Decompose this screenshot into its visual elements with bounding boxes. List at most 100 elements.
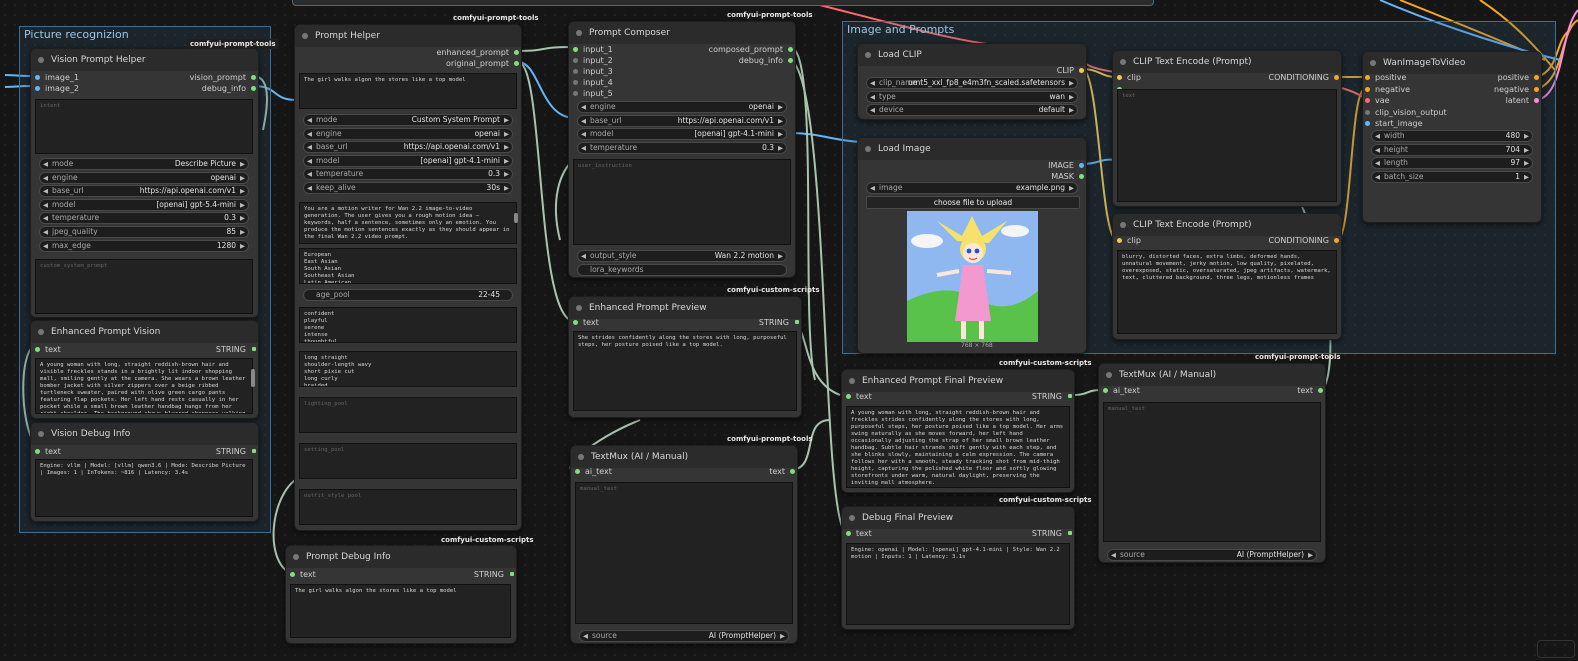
textmux-node[interactable]: TextMux (AI / Manual) ai_text text manua… (1098, 363, 1326, 563)
collapse-dot-icon[interactable] (38, 57, 44, 63)
custom-system-prompt-textarea[interactable]: custom_system_prompt (35, 259, 253, 314)
arrow-left-icon[interactable]: ◀ (581, 129, 586, 139)
arrow-left-icon[interactable]: ◀ (870, 78, 875, 88)
node-title[interactable]: Debug Final Preview (842, 507, 1074, 529)
widget-engine[interactable]: ◀ engine openai ▶ (577, 101, 787, 113)
node-title[interactable]: Vision Prompt Helper (31, 49, 258, 71)
output-debug-info[interactable]: debug_info (739, 56, 794, 65)
widget-length[interactable]: ◀ length 97 ▶ (1371, 157, 1533, 170)
text-display[interactable]: A young woman with long, straight reddis… (35, 358, 253, 414)
arrow-left-icon[interactable]: ◀ (1111, 550, 1116, 560)
load-image-node[interactable]: Load Image IMAGE MASK ◀ image example.pn… (857, 137, 1087, 354)
widget-mode[interactable]: ◀ mode Custom System Prompt ▶ (303, 114, 513, 126)
arrow-right-icon[interactable]: ▶ (1069, 183, 1074, 193)
widget-temperature[interactable]: ◀ temperature 0.3 ▶ (577, 141, 787, 154)
collapse-dot-icon[interactable] (1120, 59, 1126, 65)
lora-keywords-field[interactable]: lora_keywords (577, 264, 787, 276)
arrow-right-icon[interactable]: ▶ (240, 173, 245, 183)
age-pool-field[interactable]: age_pool 22-45 (303, 289, 513, 301)
manual-text-textarea[interactable]: manual_text (575, 482, 793, 624)
arrow-left-icon[interactable]: ◀ (1375, 172, 1380, 182)
collapse-dot-icon[interactable] (578, 454, 584, 460)
prompt-helper-node[interactable]: Prompt Helper enhanced_prompt original_p… (294, 24, 522, 531)
arrow-right-icon[interactable]: ▶ (504, 142, 509, 152)
input-vae[interactable]: vae (1365, 96, 1390, 105)
collapse-dot-icon[interactable] (849, 378, 855, 384)
widget-engine[interactable]: ◀ engine openai ▶ (39, 171, 249, 184)
arrow-right-icon[interactable]: ▶ (778, 143, 783, 153)
arrow-right-icon[interactable]: ▶ (240, 159, 245, 169)
vision-prompt-helper-node[interactable]: Vision Prompt Helper image_1 image_2 vis… (30, 48, 259, 318)
output-string[interactable]: STRING (216, 447, 257, 456)
arrow-left-icon[interactable]: ◀ (43, 227, 48, 237)
widget-model[interactable]: ◀ model [openai] gpt-4.1-mini ▶ (303, 154, 513, 167)
prompt-textarea[interactable]: The girl walks algon the stores like a t… (299, 73, 517, 109)
input-start-image[interactable]: start_image (1365, 119, 1423, 128)
output-text[interactable]: text (769, 467, 795, 476)
arrow-right-icon[interactable]: ▶ (1524, 131, 1529, 141)
widget-width[interactable]: ◀ width 480 ▶ (1371, 130, 1533, 142)
collapse-dot-icon[interactable] (576, 30, 582, 36)
hair-pool-textarea[interactable]: long straight shoulder-length wavy short… (299, 351, 517, 387)
output-vision-prompt[interactable]: vision_prompt (190, 73, 257, 82)
collapse-dot-icon[interactable] (38, 431, 44, 437)
node-title[interactable]: WanImageToVideo (1363, 52, 1541, 74)
arrow-left-icon[interactable]: ◀ (581, 143, 586, 153)
arrow-left-icon[interactable]: ◀ (43, 186, 48, 196)
output-image[interactable]: IMAGE (1048, 161, 1084, 170)
arrow-right-icon[interactable]: ▶ (504, 156, 509, 166)
arrow-right-icon[interactable]: ▶ (240, 200, 245, 210)
wan-image-to-video-node[interactable]: WanImageToVideo positive negative vae cl… (1362, 51, 1542, 223)
output-debug-info[interactable]: debug_info (202, 84, 257, 93)
user-instruction-textarea[interactable]: user_instruction (573, 159, 791, 245)
system-prompt-textarea[interactable]: You are a motion writer for Wan 2.2 imag… (299, 202, 517, 244)
output-original-prompt[interactable]: original_prompt (446, 59, 519, 68)
arrow-left-icon[interactable]: ◀ (307, 129, 312, 139)
arrow-right-icon[interactable]: ▶ (778, 116, 783, 126)
widget-model[interactable]: ◀ model [openai] gpt-4.1-mini ▶ (577, 128, 787, 141)
text-display[interactable]: The girl walks algon the stores like a t… (290, 584, 511, 638)
manual-text-textarea[interactable]: manual_text (1103, 402, 1321, 542)
collapse-dot-icon[interactable] (302, 33, 308, 39)
widget-jpeg-quality[interactable]: ◀ jpeg_quality 85 ▶ (39, 226, 249, 238)
node-title[interactable]: Prompt Debug Info (286, 546, 516, 568)
input-text[interactable]: text (35, 447, 61, 456)
widget-base-url[interactable]: ◀ base_url https://api.openai.com/v1 ▶ (577, 114, 787, 127)
input-2[interactable]: input_2 (573, 56, 613, 65)
output-positive[interactable]: positive (1498, 73, 1540, 82)
output-negative[interactable]: negative (1494, 85, 1539, 94)
scrollbar[interactable] (514, 213, 518, 223)
source-select[interactable]: ◀ source AI (PromptHelper) ▶ (1107, 549, 1317, 561)
arrow-right-icon[interactable]: ▶ (240, 213, 245, 223)
input-5[interactable]: input_5 (573, 89, 613, 98)
arrow-right-icon[interactable]: ▶ (1069, 92, 1074, 102)
input-text[interactable]: text (846, 529, 872, 538)
widget-batch-size[interactable]: ◀ batch_size 1 ▶ (1371, 170, 1533, 183)
prompt-textarea[interactable]: text (1117, 89, 1337, 202)
node-title[interactable]: TextMux (AI / Manual) (1099, 364, 1325, 386)
arrow-right-icon[interactable]: ▶ (1069, 105, 1074, 115)
arrow-left-icon[interactable]: ◀ (43, 159, 48, 169)
input-3[interactable]: input_3 (573, 67, 613, 76)
node-title[interactable]: Enhanced Prompt Vision (31, 321, 258, 343)
node-title[interactable]: Enhanced Prompt Final Preview (842, 370, 1074, 392)
widget-clip-name[interactable]: ◀ clip_name umt5_xxl_fp8_e4m3fn_scaled.saf… (866, 77, 1078, 89)
input-negative[interactable]: negative (1365, 85, 1410, 94)
input-text[interactable]: text (290, 570, 316, 579)
input-image-1[interactable]: image_1 (35, 73, 79, 82)
widget-max-edge[interactable]: ◀ max_edge 1280 ▶ (39, 239, 249, 252)
ethnicity-pool-textarea[interactable]: European East Asian South Asian Southeas… (299, 248, 517, 284)
output-composed-prompt[interactable]: composed_prompt (709, 45, 794, 54)
arrow-left-icon[interactable]: ◀ (307, 169, 312, 179)
arrow-left-icon[interactable]: ◀ (870, 183, 875, 193)
enhanced-prompt-vision-node[interactable]: Enhanced Prompt Vision text STRING A you… (30, 320, 259, 419)
arrow-right-icon[interactable]: ▶ (778, 102, 783, 112)
widget-type[interactable]: ◀ type wan ▶ (866, 90, 1078, 103)
node-title[interactable]: CLIP Text Encode (Prompt) (1113, 214, 1341, 236)
arrow-right-icon[interactable]: ▶ (1524, 145, 1529, 155)
text-display[interactable]: A young woman with long, straight reddis… (846, 406, 1070, 488)
arrow-left-icon[interactable]: ◀ (581, 251, 586, 261)
arrow-right-icon[interactable]: ▶ (504, 129, 509, 139)
widget-base-url[interactable]: ◀ base_url https://api.openai.com/v1 ▶ (39, 185, 249, 198)
arrow-left-icon[interactable]: ◀ (581, 102, 586, 112)
